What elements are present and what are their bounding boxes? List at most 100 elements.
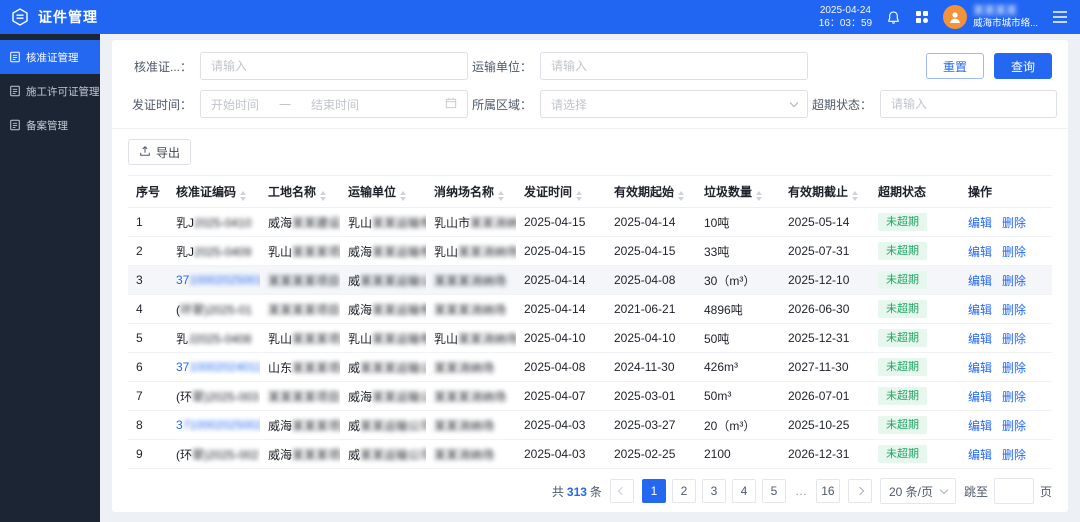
cell-index: 4 <box>128 294 168 324</box>
region-select[interactable]: 请选择 <box>540 90 808 118</box>
delete-link[interactable]: 删除 <box>1002 390 1026 404</box>
cell-issue-date: 2025-04-03 <box>516 410 606 440</box>
cell-valid-start: 2025-04-08 <box>606 265 696 295</box>
reset-button[interactable]: 重置 <box>925 53 984 79</box>
export-button[interactable]: 导出 <box>128 139 192 165</box>
cell-issue-date: 2025-04-15 <box>516 207 606 237</box>
transport-unit-input[interactable] <box>540 52 808 80</box>
page-size-select[interactable]: 20 条/页 <box>879 478 956 504</box>
cell-approval-code: 乳J2025-0408 <box>168 323 260 353</box>
edit-link[interactable]: 编辑 <box>968 390 992 404</box>
column-header[interactable]: 工地名称 <box>260 175 340 208</box>
delete-link[interactable]: 删除 <box>1002 274 1026 288</box>
cell-actions: 编辑删除 <box>960 439 1052 469</box>
edit-link[interactable]: 编辑 <box>968 332 992 346</box>
edit-link[interactable]: 编辑 <box>968 303 992 317</box>
export-label: 导出 <box>156 145 181 160</box>
table-row[interactable]: 83710002025002威海某某某项目威某某运输公司某某消纳场2025-04… <box>128 410 1052 440</box>
edit-link[interactable]: 编辑 <box>968 245 992 259</box>
page-button[interactable]: 16 <box>815 479 840 503</box>
cell-approval-code: (环翠)2025-001 <box>168 468 260 472</box>
table-toolbar: 导出 <box>128 139 1052 165</box>
delete-link[interactable]: 删除 <box>1002 216 1026 230</box>
jump-input[interactable] <box>993 478 1034 504</box>
cell-valid-start: 2025-04-10 <box>606 323 696 353</box>
cell-transport-unit: 威海某某运输有限 <box>340 236 426 266</box>
column-header[interactable]: 发证时间 <box>516 175 606 208</box>
cell-issue-date: 2025-04-14 <box>516 294 606 324</box>
table-row[interactable]: 9(环翠)2025-002威海某某某项目威某某运输公司某某消纳场2025-04-… <box>128 439 1052 469</box>
approval-code-input[interactable] <box>200 52 468 80</box>
column-header[interactable]: 运输单位 <box>340 175 426 208</box>
cell-valid-start: 2025-02-25 <box>606 439 696 469</box>
sidebar-item-records[interactable]: 备案管理 <box>0 108 100 142</box>
date-range-picker[interactable]: 开始时间 一 结束时间 <box>200 90 468 118</box>
delete-link[interactable]: 删除 <box>1002 419 1026 433</box>
cell-waste-quantity: 4896吨 <box>696 294 780 324</box>
cell-valid-end: 2026-06-30 <box>780 294 870 324</box>
edit-link[interactable]: 编辑 <box>968 419 992 433</box>
table-row[interactable]: 5乳J2025-0408乳山某某某项目乳山某某运输有限乳山某某消纳场2025-0… <box>128 323 1052 353</box>
page-button[interactable]: 3 <box>701 479 726 503</box>
table-row[interactable]: 7(环翠)2025-003某某某某项目威海某某运输公司某某某消纳场2025-04… <box>128 381 1052 411</box>
column-header[interactable]: 垃圾数量 <box>696 175 780 208</box>
overdue-status-input[interactable] <box>880 90 1057 118</box>
column-header[interactable]: 有效期起始 <box>606 175 696 208</box>
table-row[interactable]: 2乳J2025-0409乳山某某某项目威海某某运输有限乳山某某消纳场2025-0… <box>128 236 1052 266</box>
status-badge: 未超期 <box>878 241 927 261</box>
sidebar-item-approval-cert[interactable]: 核准证管理 <box>0 40 100 74</box>
sort-icon <box>498 190 505 201</box>
app-logo-icon <box>10 7 30 27</box>
cell-overdue-status: 未超期 <box>870 323 960 353</box>
page-button[interactable]: 1 <box>641 479 666 503</box>
table-row[interactable]: 1乳J2025-0410威海某某建设工程乳山某某运输有限乳山市某某消纳场2025… <box>128 207 1052 237</box>
cell-valid-end: 2025-05-14 <box>780 207 870 237</box>
cell-site-name: 某某某某项目 <box>260 265 340 295</box>
cell-valid-end: 2027-11-30 <box>780 352 870 382</box>
cell-index: 7 <box>128 381 168 411</box>
cell-issue-date: 2025-04-08 <box>516 352 606 382</box>
cell-disposal-site: 乳山市某某消纳场 <box>426 207 516 237</box>
cell-issue-date: 2025-04-07 <box>516 381 606 411</box>
apps-grid-icon[interactable] <box>915 10 929 24</box>
cell-actions: 编辑删除 <box>960 381 1052 411</box>
sidebar-item-construction-permit[interactable]: 施工许可证管理 <box>0 74 100 108</box>
filter-label: 所属区域： <box>471 97 532 112</box>
cell-actions: 编辑删除 <box>960 410 1052 440</box>
column-header[interactable]: 消纳场名称 <box>426 175 516 208</box>
edit-link[interactable]: 编辑 <box>968 216 992 230</box>
menu-toggle-icon[interactable] <box>1052 11 1068 23</box>
table-row[interactable]: 63710002024011山东某某某项目威某某某运输公司某某消纳场2025-0… <box>128 352 1052 382</box>
edit-link[interactable]: 编辑 <box>968 274 992 288</box>
cell-issue-date: 2025-04-15 <box>516 236 606 266</box>
table-row[interactable]: 33710002025001某某某某项目威某某某运输公司某某某消纳场2025-0… <box>128 265 1052 295</box>
cell-approval-code: 3710002024011 <box>168 352 260 382</box>
page-button[interactable]: 2 <box>671 479 696 503</box>
filter-region: 所属区域： 请选择 <box>468 90 808 118</box>
column-header: 操作 <box>960 175 1052 208</box>
table-row[interactable]: 10(环翠)2025-001某某某某项目威海某某运输有限某某某消纳场2025-0… <box>128 468 1052 472</box>
notifications-bell-icon[interactable] <box>886 10 901 25</box>
delete-link[interactable]: 删除 <box>1002 245 1026 259</box>
column-label: 垃圾数量 <box>704 184 753 199</box>
page-button[interactable]: 4 <box>731 479 756 503</box>
edit-link[interactable]: 编辑 <box>968 448 992 462</box>
total-count: 共 313 条 <box>552 483 602 500</box>
delete-link[interactable]: 删除 <box>1002 361 1026 375</box>
document-icon <box>10 85 20 97</box>
next-page-button[interactable] <box>847 479 872 503</box>
delete-link[interactable]: 删除 <box>1002 303 1026 317</box>
cell-transport-unit: 威某某运输公司 <box>340 410 426 440</box>
user-menu[interactable]: 某某某某 威海市城市络... <box>943 4 1038 31</box>
column-header[interactable]: 有效期截止 <box>780 175 870 208</box>
edit-link[interactable]: 编辑 <box>968 361 992 375</box>
delete-link[interactable]: 删除 <box>1002 448 1026 462</box>
delete-link[interactable]: 删除 <box>1002 332 1026 346</box>
range-separator: 一 <box>279 97 292 112</box>
page-button[interactable]: 5 <box>761 479 786 503</box>
cell-transport-unit: 乳山某某运输有限 <box>340 207 426 237</box>
column-header[interactable]: 核准证编码 <box>168 175 260 208</box>
query-button[interactable]: 查询 <box>993 53 1052 79</box>
prev-page-button[interactable] <box>609 479 634 503</box>
table-row[interactable]: 4(环翠)2025-01某某某某项目威海某某运输有限某某某消纳场2025-04-… <box>128 294 1052 324</box>
